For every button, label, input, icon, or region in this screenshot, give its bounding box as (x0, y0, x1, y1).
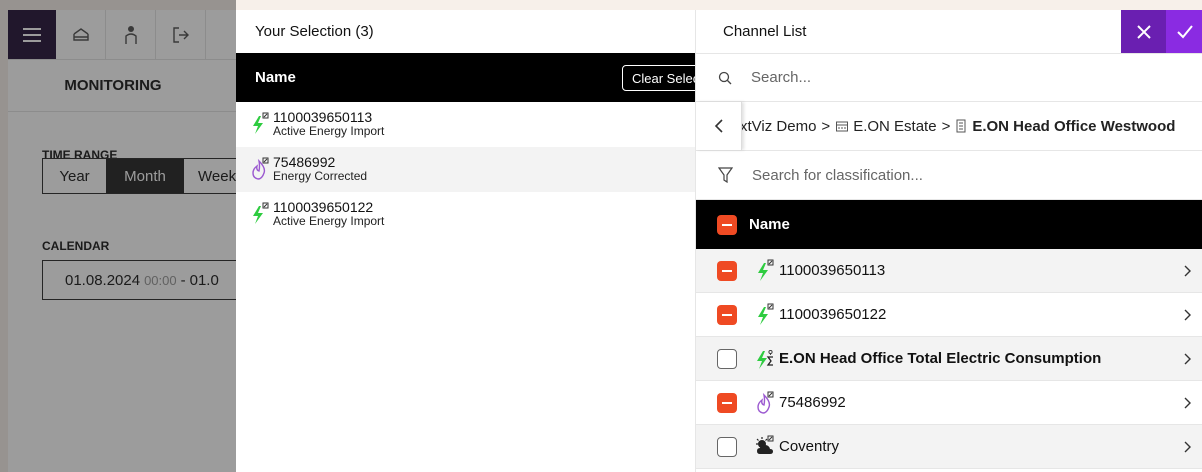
selection-item-id: 1100039650122 (273, 199, 374, 215)
classification-filter (696, 151, 1202, 200)
channel-item-label: E.ON Head Office Total Electric Consumpt… (779, 350, 1102, 367)
item-checkbox[interactable] (717, 304, 737, 325)
electricity-bolt-icon (250, 202, 272, 226)
chevron-right-icon[interactable] (1184, 397, 1192, 409)
electricity-sum-icon (753, 347, 779, 371)
selection-panel: Your Selection (3) Name Clear Selection … (236, 10, 695, 472)
selection-item-id: 1100039650113 (273, 109, 373, 125)
selection-name-column: Name (255, 69, 296, 86)
selection-item-subtitle: Energy Corrected (273, 169, 368, 183)
calendar-separator: - (180, 271, 186, 289)
weather-icon (753, 435, 779, 459)
chevron-right-icon[interactable] (1184, 265, 1192, 277)
channel-table-header: Name (696, 200, 1202, 249)
calendar-input[interactable]: 01.08.2024 00:00 - 01.0 (42, 260, 236, 300)
selection-item-subtitle: Active Energy Import (273, 124, 385, 138)
monitoring-tab-row: MONITORING (8, 60, 236, 112)
channel-name-column: Name (749, 216, 790, 233)
chevron-right-icon[interactable] (1184, 353, 1192, 365)
range-month-button[interactable]: Month (106, 159, 184, 193)
channel-item-label: 1100039650113 (779, 262, 886, 279)
selection-item[interactable]: 1100039650122 Active Energy Import (236, 192, 695, 237)
selection-item-id: 75486992 (273, 154, 336, 170)
breadcrumb-separator: > (821, 117, 831, 135)
breadcrumb-separator: > (941, 117, 951, 135)
user-icon[interactable] (106, 10, 156, 59)
selection-table-header: Name Clear Selection (236, 53, 695, 102)
breadcrumb: xtViz Demo > E.ON Estate > E.ON Head Off… (696, 102, 1202, 151)
channel-item-label: Coventry (779, 438, 840, 455)
channel-list-item[interactable]: E.ON Head Office Total Electric Consumpt… (696, 337, 1202, 381)
channel-item-label: 1100039650122 (779, 306, 887, 323)
selection-item[interactable]: 75486992 Energy Corrected (236, 147, 695, 192)
range-year-button[interactable]: Year (43, 159, 106, 193)
monitoring-tab[interactable]: MONITORING (8, 77, 218, 94)
chevron-right-icon[interactable] (1184, 441, 1192, 453)
item-checkbox[interactable] (717, 392, 737, 413)
gas-flame-icon (753, 391, 779, 415)
item-checkbox[interactable] (717, 260, 737, 281)
item-checkbox[interactable] (717, 348, 737, 369)
breadcrumb-trail: xtViz Demo > E.ON Estate > E.ON Head Off… (742, 118, 1175, 135)
checkmark-icon (1176, 24, 1193, 38)
building-icon[interactable] (56, 10, 106, 59)
calendar-end-date: 01.0 (189, 271, 219, 289)
close-button[interactable] (1121, 10, 1166, 53)
selection-item-subtitle: Active Energy Import (273, 214, 385, 228)
search-icon (718, 71, 732, 84)
close-icon (1136, 24, 1151, 39)
breadcrumb-back-button[interactable] (696, 102, 742, 150)
channel-list-item[interactable]: Coventry (696, 425, 1202, 469)
calendar-start-time: 00:00 (144, 272, 177, 288)
calendar-label: CALENDAR (42, 239, 110, 253)
channel-list-header: Channel List (696, 10, 1202, 53)
hamburger-menu-icon[interactable] (8, 10, 56, 59)
classification-search-input[interactable] (752, 166, 1152, 184)
breadcrumb-item[interactable]: E.ON Estate (853, 118, 936, 135)
channel-list-item[interactable]: 1100039650113 (696, 249, 1202, 293)
background-app: MONITORING TIME RANGE Year Month Week CA… (8, 10, 236, 472)
selection-title: Your Selection (3) (255, 23, 374, 40)
breadcrumb-item-current: E.ON Head Office Westwood (972, 117, 1176, 135)
channel-list-panel: Channel List xtViz Demo > E.ON Estate > … (695, 10, 1202, 472)
chevron-left-icon (714, 119, 723, 133)
electricity-bolt-icon (753, 303, 779, 327)
channel-list-title: Channel List (723, 23, 807, 40)
search-input[interactable] (751, 69, 1151, 86)
chevron-right-icon[interactable] (1184, 309, 1192, 321)
breadcrumb-item[interactable]: xtViz Demo (742, 118, 816, 135)
calendar-start-date: 01.08.2024 (65, 271, 141, 289)
gas-flame-icon (250, 157, 272, 181)
background-toolbar (8, 10, 236, 60)
clear-selection-button[interactable]: Clear Selection (622, 65, 695, 91)
channel-item-label: 75486992 (779, 394, 846, 411)
range-week-button[interactable]: Week (184, 159, 236, 193)
logout-icon[interactable] (156, 10, 206, 59)
confirm-button[interactable] (1166, 10, 1202, 53)
time-range-selector: Year Month Week (42, 158, 236, 194)
building-icon (956, 119, 966, 133)
select-all-checkbox[interactable] (717, 214, 737, 235)
estate-icon (836, 121, 849, 132)
channel-list-item[interactable]: 75486992 (696, 381, 1202, 425)
channel-list-item[interactable]: 1100039650122 (696, 293, 1202, 337)
item-checkbox[interactable] (717, 436, 737, 457)
selection-item[interactable]: 1100039650113 Active Energy Import (236, 102, 695, 147)
electricity-bolt-icon (250, 112, 272, 136)
electricity-bolt-icon (753, 259, 779, 283)
filter-icon (718, 167, 733, 183)
search-bar (696, 53, 1202, 102)
